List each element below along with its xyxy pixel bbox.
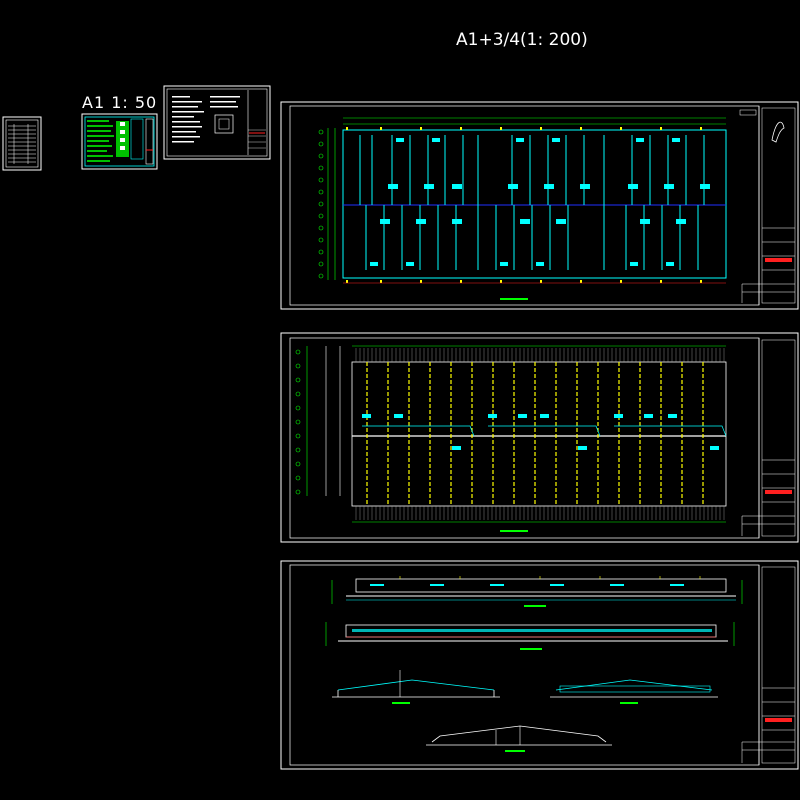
sheet-elevations-sections[interactable] <box>280 560 799 770</box>
sheet-cover-index[interactable] <box>2 116 42 171</box>
sheet-roof-framing-plan[interactable] <box>280 332 799 543</box>
sheet-general-notes[interactable] <box>163 85 271 160</box>
drawing-canvas <box>2 85 799 770</box>
sheet-foundation-plan[interactable] <box>280 101 799 310</box>
sheet-design-notes[interactable] <box>81 113 158 170</box>
logo-icon <box>771 121 785 143</box>
